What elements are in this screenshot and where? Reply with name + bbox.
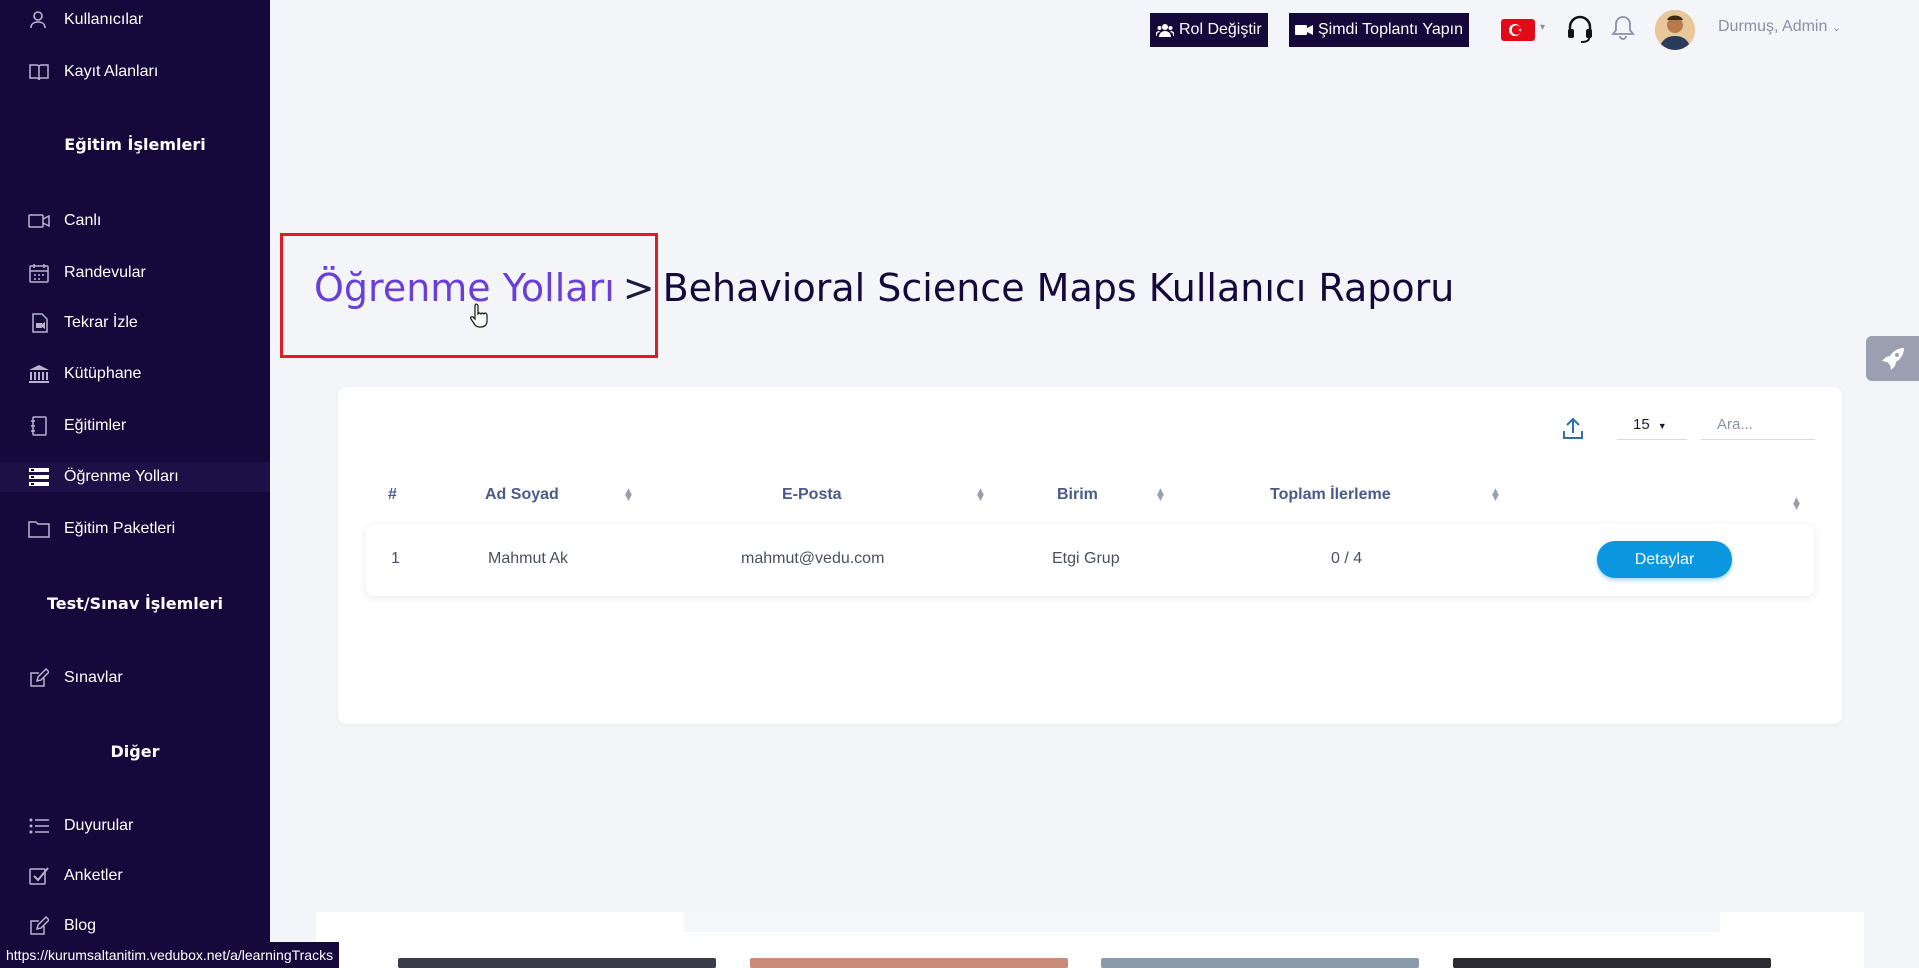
sidebar-item-label: Kullanıcılar	[64, 11, 144, 28]
language-flag-icon[interactable]	[1501, 19, 1535, 41]
library-icon	[28, 363, 50, 385]
calendar-icon	[28, 262, 50, 284]
column-header-name[interactable]: Ad Soyad	[485, 486, 559, 504]
sidebar-item-label: Eğitimler	[64, 417, 127, 434]
sort-icon[interactable]: ▲ ▼	[1793, 497, 1800, 512]
status-bar-url: https://kurumsaltanitim.vedubox.net/a/le…	[0, 942, 340, 968]
sidebar: Kullanıcılar Kayıt Alanları Eğitim İşlem…	[0, 0, 270, 968]
cell-email: mahmut@vedu.com	[741, 550, 885, 567]
sidebar-item-trainings[interactable]: Eğitimler	[28, 411, 126, 441]
section-title-other: Diğer	[110, 742, 160, 761]
meet-now-button[interactable]: Şimdi Toplantı Yapın	[1289, 13, 1469, 47]
sidebar-item-label: Anketler	[64, 867, 123, 884]
avatar[interactable]	[1655, 10, 1695, 50]
sidebar-item-label: Kütüphane	[64, 365, 142, 382]
sidebar-item-label: Öğrenme Yolları	[64, 468, 179, 485]
edit-icon	[28, 915, 50, 937]
column-header-unit[interactable]: Birim	[1057, 486, 1098, 504]
video-icon	[1295, 25, 1313, 35]
cell-no: 1	[391, 550, 400, 567]
cell-unit: Etgi Grup	[1052, 550, 1120, 567]
sidebar-item-learning-tracks[interactable]: Öğrenme Yolları	[0, 462, 270, 492]
sidebar-item-appointments[interactable]: Randevular	[28, 258, 146, 288]
section-title-exam: Test/Sınav İşlemleri	[46, 594, 224, 613]
users-icon	[28, 9, 50, 31]
rocket-button[interactable]	[1866, 336, 1919, 381]
sidebar-item-label: Sınavlar	[64, 669, 123, 686]
video-icon	[28, 210, 50, 232]
sidebar-item-label: Duyurular	[64, 817, 134, 834]
caret-down-icon: ▼	[1657, 421, 1667, 431]
breadcrumb-link[interactable]: Öğrenme Yolları	[314, 266, 615, 310]
page-size-value: 15	[1633, 416, 1650, 433]
book-icon	[28, 61, 50, 83]
column-header-no[interactable]: #	[388, 486, 397, 504]
export-icon[interactable]	[1562, 416, 1584, 444]
list-icon	[28, 815, 50, 837]
switch-role-label: Rol Değiştir	[1179, 21, 1262, 38]
thumbnail-image[interactable]	[1453, 958, 1771, 968]
user-menu[interactable]: Durmuş, Admin ⌄	[1718, 18, 1841, 36]
switch-role-button[interactable]: Rol Değiştir	[1150, 13, 1268, 47]
folder-icon	[28, 518, 50, 540]
sidebar-item-training-packages[interactable]: Eğitim Paketleri	[28, 514, 175, 544]
sidebar-item-exams[interactable]: Sınavlar	[28, 663, 123, 693]
column-header-email[interactable]: E-Posta	[782, 486, 842, 504]
breadcrumb-current: Behavioral Science Maps Kullanıcı Raporu	[662, 266, 1455, 310]
cell-progress: 0 / 4	[1331, 550, 1363, 567]
tracks-icon	[28, 466, 50, 488]
chevron-down-icon: ⌄	[1831, 22, 1842, 34]
meet-now-label: Şimdi Toplantı Yapın	[1318, 21, 1463, 38]
thumbnail-image[interactable]	[1101, 958, 1419, 968]
edit-icon	[28, 667, 50, 689]
details-button[interactable]: Detaylar	[1597, 541, 1732, 578]
rocket-icon	[1881, 347, 1904, 370]
sidebar-item-live[interactable]: Canlı	[28, 206, 101, 236]
user-name: Durmuş, Admin	[1718, 18, 1828, 35]
hand-cursor-icon	[470, 302, 490, 332]
sidebar-item-label: Blog	[64, 917, 97, 934]
sidebar-item-library[interactable]: Kütüphane	[28, 359, 141, 389]
bell-icon[interactable]	[1611, 15, 1635, 45]
headset-icon[interactable]	[1567, 15, 1593, 47]
thumbnail-image[interactable]	[398, 958, 716, 968]
sort-icon[interactable]: ▲ ▼	[977, 488, 984, 503]
sidebar-item-label: Tekrar İzle	[64, 314, 138, 331]
sidebar-item-blog[interactable]: Blog	[28, 911, 96, 941]
bottom-section-header	[684, 912, 1720, 932]
sidebar-item-label: Eğitim Paketleri	[64, 520, 176, 537]
sidebar-item-surveys[interactable]: Anketler	[28, 861, 123, 891]
sidebar-item-replay[interactable]: Tekrar İzle	[28, 308, 138, 338]
page-size-select[interactable]: 15 ▼	[1617, 410, 1687, 440]
cell-name: Mahmut Ak	[488, 550, 569, 567]
sidebar-item-label: Canlı	[64, 212, 102, 229]
sidebar-item-registration-areas[interactable]: Kayıt Alanları	[28, 57, 158, 87]
section-title-education: Eğitim İşlemleri	[64, 135, 206, 154]
checkbox-icon	[28, 865, 50, 887]
users-icon	[1156, 24, 1174, 37]
search-input[interactable]	[1701, 410, 1815, 440]
notebook-icon	[28, 415, 50, 437]
sidebar-item-users[interactable]: Kullanıcılar	[28, 5, 143, 35]
sort-icon[interactable]: ▲ ▼	[1157, 488, 1164, 503]
thumbnail-image[interactable]	[750, 958, 1068, 968]
sidebar-item-label: Randevular	[64, 264, 146, 281]
breadcrumb-separator: >	[622, 266, 655, 310]
sort-icon[interactable]: ▲ ▼	[1492, 488, 1499, 503]
column-header-progress[interactable]: Toplam İlerleme	[1270, 486, 1391, 504]
chevron-down-icon[interactable]: ▾	[1540, 22, 1545, 33]
sidebar-item-label: Kayıt Alanları	[64, 63, 159, 80]
sidebar-item-announcements[interactable]: Duyurular	[28, 811, 133, 841]
replay-icon	[28, 312, 50, 334]
sort-icon[interactable]: ▲ ▼	[625, 488, 632, 503]
